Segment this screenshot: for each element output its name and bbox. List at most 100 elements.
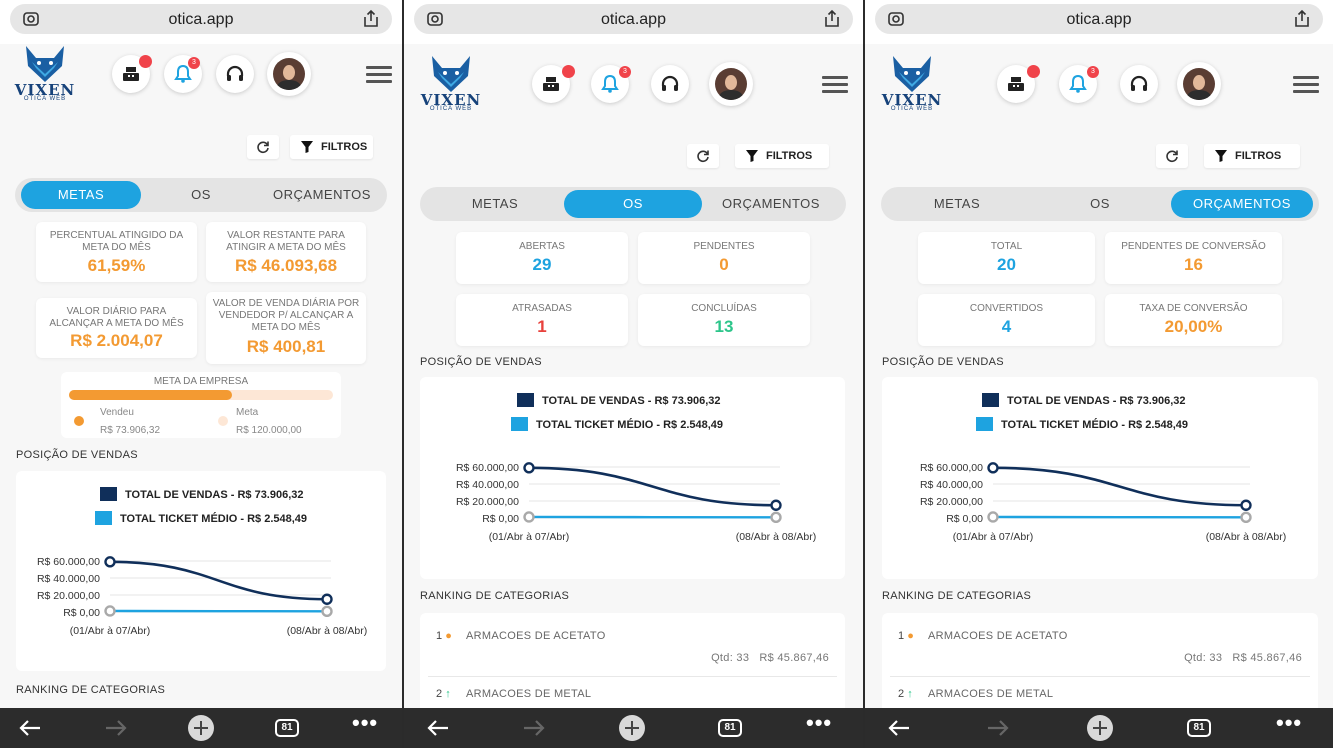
more-menu-icon[interactable]: •••	[1276, 710, 1302, 736]
data-point	[987, 511, 999, 523]
tab-metas[interactable]: METAS	[426, 190, 564, 218]
logo-subtitle: OTICA WEB	[429, 106, 473, 112]
share-icon[interactable]	[362, 9, 380, 29]
refresh-icon	[697, 150, 709, 163]
more-menu-icon[interactable]: •••	[806, 710, 832, 736]
share-icon[interactable]	[823, 9, 841, 29]
headset-icon	[226, 65, 244, 81]
filter-icon	[301, 141, 313, 153]
forward-arrow-icon[interactable]	[522, 719, 546, 737]
tabs-count-button[interactable]: 81	[275, 719, 299, 737]
kpi-card: ATRASADAS 1	[456, 294, 628, 346]
filters-button[interactable]: FILTROS	[735, 144, 829, 168]
url-pill[interactable]: otica.app	[414, 4, 853, 34]
data-point	[321, 593, 333, 605]
support-button[interactable]	[1120, 65, 1158, 103]
tabs-count-button[interactable]: 81	[718, 719, 742, 737]
kpi-card: CONVERTIDOS 4	[918, 294, 1095, 346]
filters-button[interactable]: FILTROS	[1204, 144, 1300, 168]
trend-up-icon: ↑	[445, 688, 451, 700]
support-button[interactable]	[216, 55, 254, 93]
tab-orcamentos[interactable]: ORÇAMENTOS	[1171, 190, 1313, 218]
y-tick-label: R$ 20.000,00	[456, 496, 519, 508]
sales-section-title: POSIÇÃO DE VENDAS	[16, 449, 138, 461]
refresh-button[interactable]	[687, 144, 719, 168]
ranking-section-title: RANKING DE CATEGORIAS	[420, 590, 570, 602]
sales-chart-card: TOTAL DE VENDAS - R$ 73.906,32 TOTAL TIC…	[16, 471, 386, 671]
hamburger-menu-icon[interactable]	[1293, 76, 1319, 94]
avatar[interactable]	[1177, 62, 1221, 106]
y-tick-label: R$ 40.000,00	[37, 573, 100, 585]
ranking-stats: Qtd: 33 R$ 45.867,46	[1184, 652, 1302, 664]
tab-os[interactable]: OS	[564, 190, 702, 218]
kpi-value: 4	[1001, 317, 1012, 336]
sales-line-chart: R$ 60.000,00 R$ 40.000,00 R$ 20.000,00 R$ 0…	[37, 556, 367, 637]
cash-register-icon	[543, 77, 559, 91]
forward-arrow-icon[interactable]	[986, 719, 1010, 737]
filters-button[interactable]: FILTROS	[290, 135, 373, 159]
sold-legend-label: Vendeu	[100, 407, 134, 418]
x-tick-label: (01/Abr à 07/Abr)	[489, 531, 570, 543]
company-goal-progress	[69, 390, 333, 400]
url-pill[interactable]: otica.app	[875, 4, 1323, 34]
tab-os[interactable]: OS	[141, 181, 261, 209]
kpi-card: CONCLUÍDAS 13	[638, 294, 810, 346]
tabs-count-button[interactable]: 81	[1187, 719, 1211, 737]
kpi-value: 61,59%	[87, 256, 146, 275]
refresh-button[interactable]	[1156, 144, 1188, 168]
support-button[interactable]	[651, 65, 689, 103]
kpi-value: 0	[719, 255, 729, 274]
data-point	[523, 511, 535, 523]
refresh-button[interactable]	[247, 135, 279, 159]
filter-icon	[1215, 150, 1227, 162]
filters-label: FILTROS	[766, 150, 813, 162]
company-goal-progress-fill	[69, 390, 232, 400]
back-arrow-icon[interactable]	[18, 719, 42, 737]
kpi-card: VALOR DIÁRIO PARA ALCANÇAR A META DO MÊS…	[36, 298, 197, 358]
kpi-label: CONVERTIDOS	[969, 303, 1044, 314]
kpi-value: 29	[532, 255, 552, 274]
browser-address-bar: otica.app	[865, 0, 1333, 44]
tab-metas[interactable]: METAS	[887, 190, 1027, 218]
forward-arrow-icon[interactable]	[104, 719, 128, 737]
back-arrow-icon[interactable]	[426, 719, 450, 737]
more-menu-icon[interactable]: •••	[352, 710, 378, 736]
ranking-item[interactable]: 1 ● ARMACOES DE ACETATO Qtd: 33 R$ 45.86…	[882, 618, 1318, 677]
new-tab-button[interactable]	[1087, 715, 1113, 741]
sales-line-chart: R$ 60.000,00 R$ 40.000,00 R$ 20.000,00 R$ 0…	[456, 462, 816, 543]
kpi-card: TAXA DE CONVERSÃO 20,00%	[1105, 294, 1282, 346]
url-pill[interactable]: otica.app	[10, 4, 392, 34]
vixen-logo[interactable]: VIXEN OTICA WEB	[10, 44, 80, 104]
kpi-value: 1	[537, 317, 547, 336]
series-line	[109, 560, 328, 601]
kpi-card: PENDENTES DE CONVERSÃO 16	[1105, 232, 1282, 284]
sales-section-title: POSIÇÃO DE VENDAS	[420, 356, 542, 368]
y-tick-label: R$ 60.000,00	[456, 462, 519, 474]
tab-os[interactable]: OS	[1027, 190, 1173, 218]
ranking-item[interactable]: 1 ● ARMACOES DE ACETATO Qtd: 33 R$ 45.86…	[420, 618, 845, 677]
goal-legend-label: Meta	[236, 407, 259, 418]
y-tick-label: R$ 0,00	[63, 607, 100, 619]
share-icon[interactable]	[1293, 9, 1311, 29]
fox-logo-icon	[432, 56, 470, 92]
vixen-logo[interactable]: VIXEN OTICA WEB	[416, 54, 486, 114]
tab-metas[interactable]: METAS	[21, 181, 141, 209]
dashboard-tabs: METAS OS ORÇAMENTOS	[420, 187, 846, 221]
browser-toolbar: 81 •••	[0, 708, 402, 748]
data-point	[770, 499, 782, 511]
tab-orcamentos[interactable]: ORÇAMENTOS	[261, 181, 383, 209]
avatar[interactable]	[267, 52, 311, 96]
vixen-logo[interactable]: VIXEN OTICA WEB	[877, 54, 947, 114]
new-tab-button[interactable]	[188, 715, 214, 741]
tab-orcamentos[interactable]: ORÇAMENTOS	[702, 190, 840, 218]
hamburger-menu-icon[interactable]	[366, 66, 392, 84]
hamburger-menu-icon[interactable]	[822, 76, 848, 94]
back-arrow-icon[interactable]	[887, 719, 911, 737]
avatar[interactable]	[709, 62, 753, 106]
new-tab-button[interactable]	[619, 715, 645, 741]
sales-chart-card: TOTAL DE VENDAS - R$ 73.906,32 TOTAL TIC…	[420, 377, 845, 579]
kpi-label: VALOR RESTANTE PARA ATINGIR A META DO MÊ…	[226, 230, 346, 253]
data-point	[770, 511, 782, 524]
goal-legend-dot	[218, 416, 228, 426]
cash-alert-dot	[562, 65, 575, 78]
